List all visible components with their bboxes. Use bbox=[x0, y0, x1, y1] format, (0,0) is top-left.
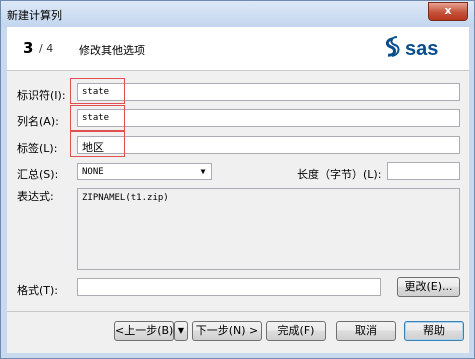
expression-area[interactable]: ZIPNAMEL(t1.zip) bbox=[77, 188, 460, 270]
footer-divider bbox=[7, 311, 469, 312]
format-label: 格式(T): bbox=[17, 284, 59, 297]
length-label: 长度（字节）(L): bbox=[297, 168, 382, 181]
step-total: / 4 bbox=[39, 42, 54, 55]
expression-label: 表达式: bbox=[17, 190, 54, 203]
format-field[interactable] bbox=[77, 278, 381, 296]
close-button[interactable]: x bbox=[428, 2, 468, 21]
length-field[interactable] bbox=[387, 162, 460, 180]
step-current: 3 bbox=[23, 39, 34, 57]
summary-dropdown[interactable]: NONE ▼ bbox=[77, 163, 212, 180]
change-format-button[interactable]: 更改(E)... bbox=[397, 277, 460, 297]
highlight-column-name bbox=[70, 105, 125, 131]
new-computed-column-dialog: 新建计算列 x 3 / 4 修改其他选项 sas 标识符(I): state 列… bbox=[0, 0, 475, 359]
column-name-label: 列名(A): bbox=[17, 115, 59, 128]
highlight-identifier bbox=[70, 78, 125, 104]
summary-label: 汇总(S): bbox=[17, 168, 59, 181]
window-title: 新建计算列 bbox=[7, 9, 62, 22]
step-title: 修改其他选项 bbox=[79, 44, 145, 57]
sas-logo: sas bbox=[385, 36, 438, 60]
wizard-header: 3 / 4 修改其他选项 sas bbox=[7, 27, 469, 71]
identifier-field[interactable]: state bbox=[77, 83, 460, 101]
finish-button[interactable]: 完成(F) bbox=[266, 321, 326, 341]
prev-dropdown-button[interactable]: ▼ bbox=[174, 321, 188, 341]
column-name-field[interactable]: state bbox=[77, 109, 460, 127]
chevron-down-icon: ▼ bbox=[200, 167, 206, 176]
title-bar: 新建计算列 x bbox=[1, 1, 474, 27]
highlight-tag bbox=[70, 131, 125, 157]
tag-label: 标签(L): bbox=[17, 142, 58, 155]
help-button[interactable]: 帮助 bbox=[404, 321, 464, 341]
svg-text:sas: sas bbox=[405, 38, 438, 60]
next-button[interactable]: 下一步(N) > bbox=[192, 321, 262, 341]
summary-value: NONE bbox=[82, 167, 104, 177]
prev-button[interactable]: <上一步(B) bbox=[114, 321, 174, 341]
identifier-label: 标识符(I): bbox=[17, 89, 66, 102]
tag-field[interactable]: 地区 bbox=[77, 136, 460, 154]
chevron-down-icon: ▼ bbox=[177, 326, 185, 335]
cancel-button[interactable]: 取消 bbox=[336, 321, 396, 341]
